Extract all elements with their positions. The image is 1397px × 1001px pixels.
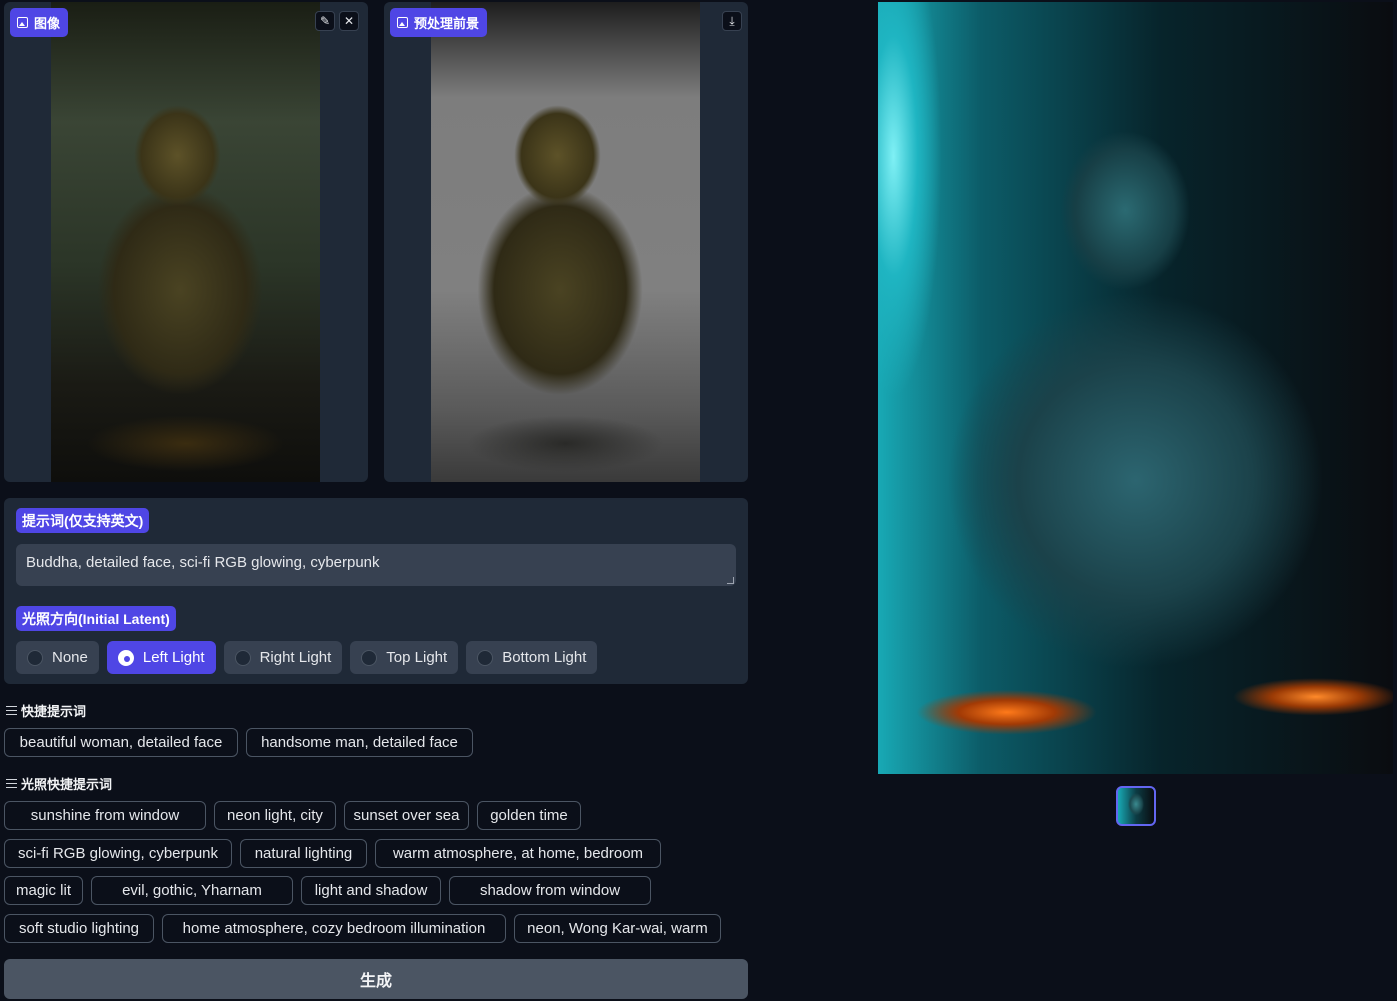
lighting-prompt-chip[interactable]: soft studio lighting (4, 914, 154, 943)
list-icon (6, 779, 17, 788)
edit-button[interactable]: ✎ (315, 11, 335, 31)
radio-none[interactable]: None (16, 641, 99, 674)
preprocessed-foreground-image (431, 2, 700, 482)
lighting-prompt-chip[interactable]: sunshine from window (4, 801, 206, 830)
image-icon (397, 17, 408, 28)
lighting-direction-radio-group: None Left Light Right Light Top Light Bo… (16, 641, 598, 674)
radio-dot (234, 649, 251, 666)
lighting-prompt-chip[interactable]: evil, gothic, Yharnam (91, 876, 293, 905)
quick-prompt-chip[interactable]: handsome man, detailed face (246, 728, 473, 757)
download-icon: ⤓ (729, 13, 735, 28)
radio-dot (27, 649, 43, 666)
preprocessed-foreground-label: 预处理前景 (390, 8, 488, 37)
radio-left-light[interactable]: Left Light (106, 641, 216, 674)
lighting-prompt-chip[interactable]: neon light, city (214, 801, 336, 830)
clear-image-button[interactable]: ✕ (339, 11, 359, 31)
lighting-prompt-chip[interactable]: light and shadow (301, 876, 441, 905)
prompt-input[interactable]: Buddha, detailed face, sci-fi RGB glowin… (16, 544, 736, 586)
resize-handle[interactable] (727, 577, 734, 584)
lighting-prompt-chip[interactable]: sci-fi RGB glowing, cyberpunk (4, 839, 232, 868)
output-thumbnail[interactable] (1116, 786, 1156, 826)
input-image-panel[interactable]: 图像 ✎ ✕ (4, 2, 368, 482)
quick-prompt-chip[interactable]: beautiful woman, detailed face (4, 728, 238, 757)
radio-right-light[interactable]: Right Light (223, 641, 343, 674)
lighting-prompt-chip[interactable]: sunset over sea (344, 801, 469, 830)
input-image (51, 2, 320, 482)
lighting-prompt-chip[interactable]: warm atmosphere, at home, bedroom (375, 839, 661, 868)
lighting-prompt-chip[interactable]: neon, Wong Kar-wai, warm (514, 914, 721, 943)
download-button[interactable]: ⤓ (722, 11, 742, 31)
lighting-prompt-chip[interactable]: magic lit (4, 876, 83, 905)
lighting-prompt-chip[interactable]: home atmosphere, cozy bedroom illuminati… (162, 914, 506, 943)
pencil-icon: ✎ (319, 14, 331, 28)
lighting-direction-label: 光照方向(Initial Latent) (16, 606, 176, 631)
lighting-quick-prompts-title: 光照快捷提示词 (6, 774, 112, 793)
image-icon (17, 17, 28, 28)
radio-dot (477, 649, 494, 666)
prompt-label: 提示词(仅支持英文) (16, 508, 150, 533)
radio-top-light[interactable]: Top Light (350, 641, 459, 674)
input-image-label: 图像 (10, 8, 69, 37)
preprocessed-foreground-panel: 预处理前景 ⤓ (384, 2, 748, 482)
quick-prompts-title: 快捷提示词 (6, 701, 86, 720)
settings-block: 提示词(仅支持英文) Buddha, detailed face, sci-fi… (4, 498, 748, 684)
list-icon (6, 706, 17, 715)
lighting-prompt-chip[interactable]: golden time (477, 801, 581, 830)
output-image[interactable] (878, 2, 1393, 774)
radio-dot (117, 649, 134, 666)
lighting-prompt-chip[interactable]: natural lighting (240, 839, 367, 868)
generate-button[interactable]: 生成 (4, 959, 748, 999)
lighting-prompt-chip[interactable]: shadow from window (449, 876, 651, 905)
close-icon: ✕ (343, 14, 355, 28)
radio-dot (361, 649, 378, 666)
radio-bottom-light[interactable]: Bottom Light (466, 641, 598, 674)
